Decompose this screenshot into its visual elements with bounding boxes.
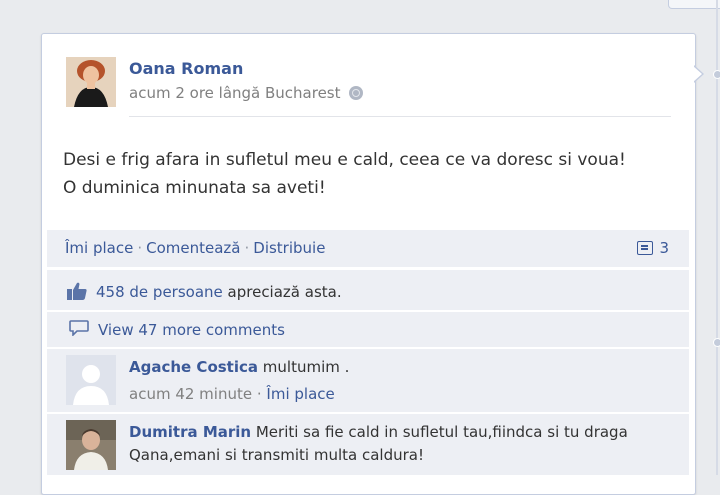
comment-link[interactable]: Comentează bbox=[146, 239, 240, 257]
post-timestamp-location[interactable]: acum 2 ore lângă Bucharest bbox=[129, 84, 341, 102]
header-divider bbox=[129, 116, 671, 117]
comment-timestamp[interactable]: acum 42 minute bbox=[129, 385, 252, 403]
comment-item: Dumitra Marin Meriti sa fie cald in sufl… bbox=[47, 414, 689, 476]
author-name[interactable]: Oana Roman bbox=[129, 59, 243, 78]
post-actions-bar: Îmi place · Comentează · Distribuie 3 bbox=[47, 230, 689, 268]
comment-count-button[interactable]: 3 bbox=[637, 239, 669, 257]
adjacent-card-edge bbox=[668, 0, 720, 9]
like-link[interactable]: Îmi place bbox=[65, 239, 133, 257]
comment-bubble-icon bbox=[69, 320, 89, 336]
commenter-avatar[interactable] bbox=[66, 355, 116, 405]
comment-item: Agache Costica multumim . acum 42 minute… bbox=[47, 349, 689, 413]
share-link[interactable]: Distribuie bbox=[253, 239, 325, 257]
commenter-name[interactable]: Agache Costica bbox=[129, 358, 258, 376]
author-avatar[interactable] bbox=[66, 57, 116, 107]
likers-link[interactable]: 458 de persoane bbox=[96, 283, 223, 301]
comment-text: multumim . bbox=[258, 358, 350, 376]
commenter-avatar[interactable] bbox=[66, 420, 116, 470]
likes-summary: 458 de persoane apreciază asta. bbox=[47, 270, 689, 311]
comment-count: 3 bbox=[659, 239, 669, 257]
globe-icon[interactable] bbox=[348, 86, 363, 100]
timeline-dot bbox=[713, 70, 720, 79]
view-more-comments-link[interactable]: View 47 more comments bbox=[98, 321, 285, 339]
action-links: Îmi place · Comentează · Distribuie bbox=[65, 239, 326, 257]
commenter-name[interactable]: Dumitra Marin bbox=[129, 423, 251, 441]
view-more-comments-row[interactable]: View 47 more comments bbox=[47, 312, 689, 348]
post-text: Desi e frig afara in sufletul meu e cald… bbox=[63, 150, 626, 198]
post-meta: acum 2 ore lângă Bucharest bbox=[129, 84, 363, 102]
comment-like-link[interactable]: Îmi place bbox=[266, 385, 334, 403]
timeline-dot bbox=[713, 338, 720, 347]
thumbs-up-icon bbox=[67, 282, 87, 300]
comment-icon bbox=[637, 241, 654, 255]
